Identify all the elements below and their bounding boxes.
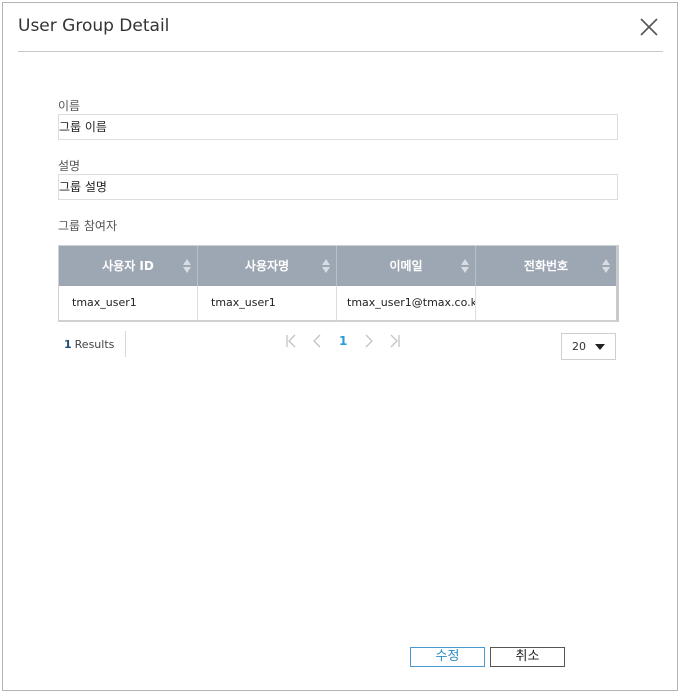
modify-button[interactable]: 수정 — [410, 647, 485, 667]
page-size-value: 20 — [572, 340, 586, 353]
table-header: 사용자 ID 사용자명 이메일 전화번호 — [59, 246, 616, 286]
results-summary: 1 Results — [64, 338, 114, 351]
last-page-icon[interactable] — [388, 333, 402, 349]
first-page-icon[interactable] — [284, 333, 298, 349]
column-header-label: 사용자명 — [244, 259, 290, 273]
column-header-email[interactable]: 이메일 — [337, 246, 476, 286]
description-label: 설명 — [58, 159, 81, 173]
column-header-label: 이메일 — [389, 259, 423, 273]
column-header-phone[interactable]: 전화번호 — [476, 246, 616, 286]
cell-user-name: tmax_user1 — [198, 286, 337, 321]
cancel-button[interactable]: 취소 — [490, 647, 565, 667]
column-header-user-id[interactable]: 사용자 ID — [59, 246, 198, 286]
name-field[interactable]: 그룹 이름 — [58, 114, 618, 140]
group-members-label: 그룹 참여자 — [58, 219, 118, 233]
name-label: 이름 — [58, 99, 81, 113]
table-row[interactable]: tmax_user1 tmax_user1 tmax_user1@tmax.co… — [59, 286, 616, 321]
user-group-detail-dialog: User Group Detail 이름 그룹 이름 설명 그룹 설명 그룹 참… — [2, 2, 678, 691]
prev-page-icon[interactable] — [310, 333, 324, 349]
sort-icon[interactable] — [602, 259, 610, 273]
close-icon[interactable] — [637, 15, 661, 39]
column-header-label: 전화번호 — [523, 259, 569, 273]
column-header-user-name[interactable]: 사용자명 — [198, 246, 337, 286]
page-number-current[interactable]: 1 — [339, 334, 347, 348]
cell-phone — [476, 286, 616, 321]
caret-down-icon — [595, 344, 605, 350]
results-divider — [125, 331, 126, 357]
members-table: 사용자 ID 사용자명 이메일 전화번호 tmax_user1 tmax_use… — [58, 245, 619, 322]
cell-email: tmax_user1@tmax.co.kr — [337, 286, 476, 321]
results-count: 1 — [64, 338, 72, 351]
sort-icon[interactable] — [183, 259, 191, 273]
column-header-label: 사용자 ID — [102, 259, 154, 273]
sort-icon[interactable] — [322, 259, 330, 273]
results-label: Results — [74, 338, 115, 351]
dialog-title: User Group Detail — [18, 16, 170, 36]
sort-icon[interactable] — [461, 259, 469, 273]
header-divider — [18, 51, 663, 52]
cell-user-id: tmax_user1 — [59, 286, 198, 321]
page-size-select[interactable]: 20 — [561, 333, 616, 360]
next-page-icon[interactable] — [362, 333, 376, 349]
description-field[interactable]: 그룹 설명 — [58, 174, 618, 200]
